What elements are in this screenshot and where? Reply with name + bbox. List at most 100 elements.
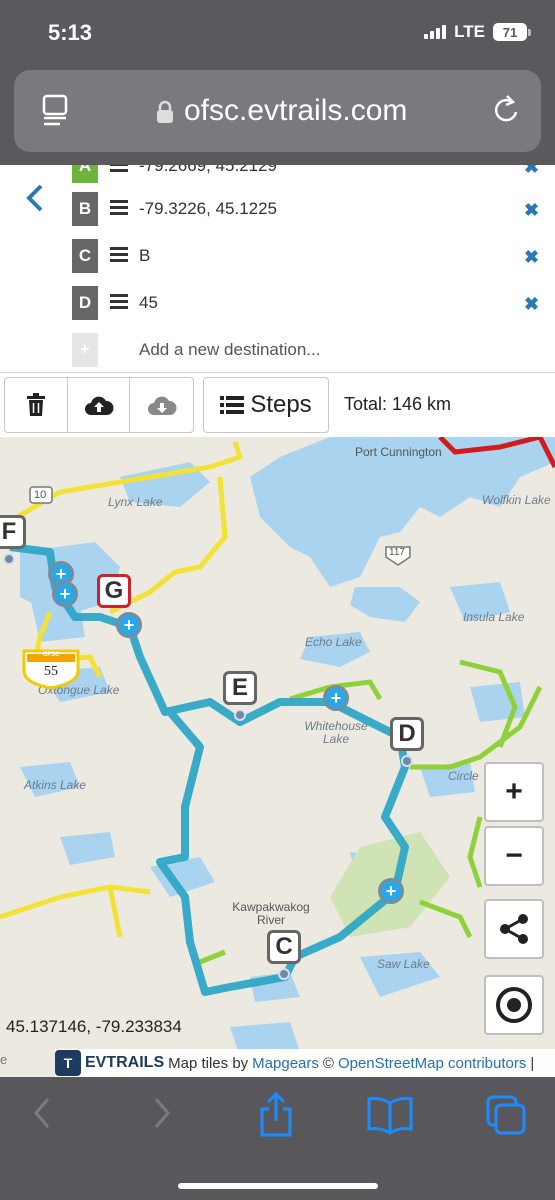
home-indicator xyxy=(178,1183,378,1189)
label-circle: Circle xyxy=(448,769,479,783)
share-icon xyxy=(500,914,528,944)
share-button[interactable] xyxy=(484,899,544,959)
destination-text[interactable]: B xyxy=(139,246,150,266)
label-atkins-lake: Atkins Lake xyxy=(24,778,87,792)
tabs-icon[interactable] xyxy=(484,1093,528,1137)
bookmarks-icon[interactable] xyxy=(366,1095,414,1135)
waypoint-d[interactable]: D xyxy=(390,717,424,767)
label-kawpakwakog-river: Kawpakwakog River xyxy=(232,900,310,927)
browser-toolbar xyxy=(0,1077,555,1200)
add-icon: + xyxy=(72,333,98,367)
battery-icon: 71 xyxy=(493,23,531,41)
add-destination-row[interactable]: + Add a new destination... xyxy=(72,333,552,367)
label-lynx-lake: Lynx Lake xyxy=(108,495,163,509)
label-port-cunnington: Port Cunnington xyxy=(355,445,442,459)
evtrails-logo-icon: T xyxy=(55,1050,81,1076)
map-base xyxy=(0,437,555,1057)
attribution-end: | xyxy=(530,1054,535,1072)
cloud-upload-icon xyxy=(84,396,114,415)
waypoint-label: E xyxy=(223,671,257,705)
label-insula-lake: Insula Lake xyxy=(463,610,525,624)
trash-icon xyxy=(26,393,45,416)
status-indicators: LTE 71 xyxy=(424,22,531,42)
highway-117-label: 117 xyxy=(389,547,405,558)
lock-icon xyxy=(157,100,173,123)
destination-text[interactable]: -79.2669, 45.2129 xyxy=(139,165,277,176)
list-icon xyxy=(220,396,245,414)
label-wolfkin-lake: Wolfkin Lake xyxy=(482,493,551,507)
evtrails-logo-text: EVTRAILS xyxy=(85,1054,165,1071)
map-coordinates: 45.137146, -79.233834 xyxy=(6,1017,182,1036)
waypoint-c[interactable]: C xyxy=(267,930,301,980)
destination-row-c[interactable]: C B ✖ xyxy=(72,239,552,273)
waypoint-g[interactable]: G xyxy=(97,574,131,608)
back-icon[interactable] xyxy=(30,1093,54,1133)
leaflet-attribution-fragment: e xyxy=(0,1052,8,1067)
signal-icon xyxy=(424,25,447,39)
waypoint-label: F xyxy=(0,515,26,549)
upload-button[interactable] xyxy=(68,378,131,432)
label-whitehouse-lake: Whitehouse Lake xyxy=(304,719,368,746)
destination-letter: C xyxy=(72,239,98,273)
remove-icon[interactable]: ✖ xyxy=(524,294,539,315)
add-stop-marker[interactable]: + xyxy=(116,612,142,638)
shield-top-label: OFSC xyxy=(42,652,60,658)
chevron-left-icon[interactable] xyxy=(24,183,46,213)
remove-icon[interactable]: ✖ xyxy=(524,165,539,178)
waypoint-label: D xyxy=(390,717,424,751)
steps-button[interactable]: Steps xyxy=(203,377,329,433)
add-stop-marker[interactable]: + xyxy=(323,685,349,711)
browser-chrome: 5:13 LTE 71 ofsc.evtrails.com xyxy=(0,0,555,165)
download-button[interactable] xyxy=(130,378,193,432)
add-stop-marker[interactable]: + xyxy=(378,878,404,904)
waypoint-label: G xyxy=(97,574,131,608)
waypoint-label: C xyxy=(267,930,301,964)
destination-letter: A xyxy=(72,165,98,183)
add-destination-input[interactable]: Add a new destination... xyxy=(139,340,320,360)
zoom-in-button[interactable]: + xyxy=(484,762,544,822)
waypoint-e[interactable]: E xyxy=(223,671,257,721)
drag-handle-icon[interactable] xyxy=(110,200,128,216)
ofsc-trail-shield: OFSC 55 xyxy=(22,649,80,690)
remove-icon[interactable]: ✖ xyxy=(524,200,539,221)
url-bar[interactable]: ofsc.evtrails.com xyxy=(14,70,541,152)
status-time: 5:13 xyxy=(48,20,93,45)
osm-link[interactable]: OpenStreetMap contributors xyxy=(338,1055,526,1072)
drag-handle-icon[interactable] xyxy=(110,165,128,173)
drag-handle-icon[interactable] xyxy=(110,247,128,263)
highway-10-label: 10 xyxy=(34,489,47,501)
destination-text[interactable]: -79.3226, 45.1225 xyxy=(139,199,277,219)
label-echo-lake: Echo Lake xyxy=(305,635,362,649)
route-total: Total: 146 km xyxy=(344,394,452,414)
remove-icon[interactable]: ✖ xyxy=(524,247,539,268)
battery-level: 71 xyxy=(493,23,527,41)
network-label: LTE xyxy=(454,22,485,41)
waypoint-f[interactable]: F xyxy=(0,515,26,565)
map-attribution: T EVTRAILS Map tiles by Mapgears © OpenS… xyxy=(55,1049,555,1077)
destination-letter: B xyxy=(72,192,98,226)
label-saw-lake: Saw Lake xyxy=(377,957,430,971)
locate-button[interactable] xyxy=(484,975,544,1035)
route-toolbar: Steps Total: 146 km xyxy=(0,373,555,437)
add-stop-marker[interactable]: + xyxy=(52,581,78,607)
drag-handle-icon[interactable] xyxy=(110,294,128,310)
map-view[interactable]: 10 117 Port Cunnington Lynx Lake Wolfkin… xyxy=(0,437,555,1077)
attribution-text: Map tiles by xyxy=(168,1054,249,1072)
cloud-download-icon xyxy=(147,396,177,415)
mapgears-link[interactable]: Mapgears xyxy=(252,1055,319,1072)
destinations-panel: A -79.2669, 45.2129 ✖ B -79.3226, 45.122… xyxy=(0,165,555,373)
forward-icon[interactable] xyxy=(150,1093,174,1133)
url-text[interactable]: ofsc.evtrails.com xyxy=(184,94,407,128)
shield-number: 55 xyxy=(44,664,58,679)
reader-icon[interactable] xyxy=(42,94,72,126)
destination-row-a[interactable]: A -79.2669, 45.2129 ✖ xyxy=(72,165,552,183)
share-sheet-icon[interactable] xyxy=(256,1091,296,1137)
steps-label: Steps xyxy=(250,391,312,418)
destination-text[interactable]: 45 xyxy=(139,293,158,313)
destination-row-b[interactable]: B -79.3226, 45.1225 ✖ xyxy=(72,192,552,226)
attribution-separator: © xyxy=(322,1054,334,1072)
reload-icon[interactable] xyxy=(492,94,522,126)
delete-button[interactable] xyxy=(5,378,68,432)
destination-row-d[interactable]: D 45 ✖ xyxy=(72,286,552,320)
zoom-out-button[interactable]: − xyxy=(484,826,544,886)
